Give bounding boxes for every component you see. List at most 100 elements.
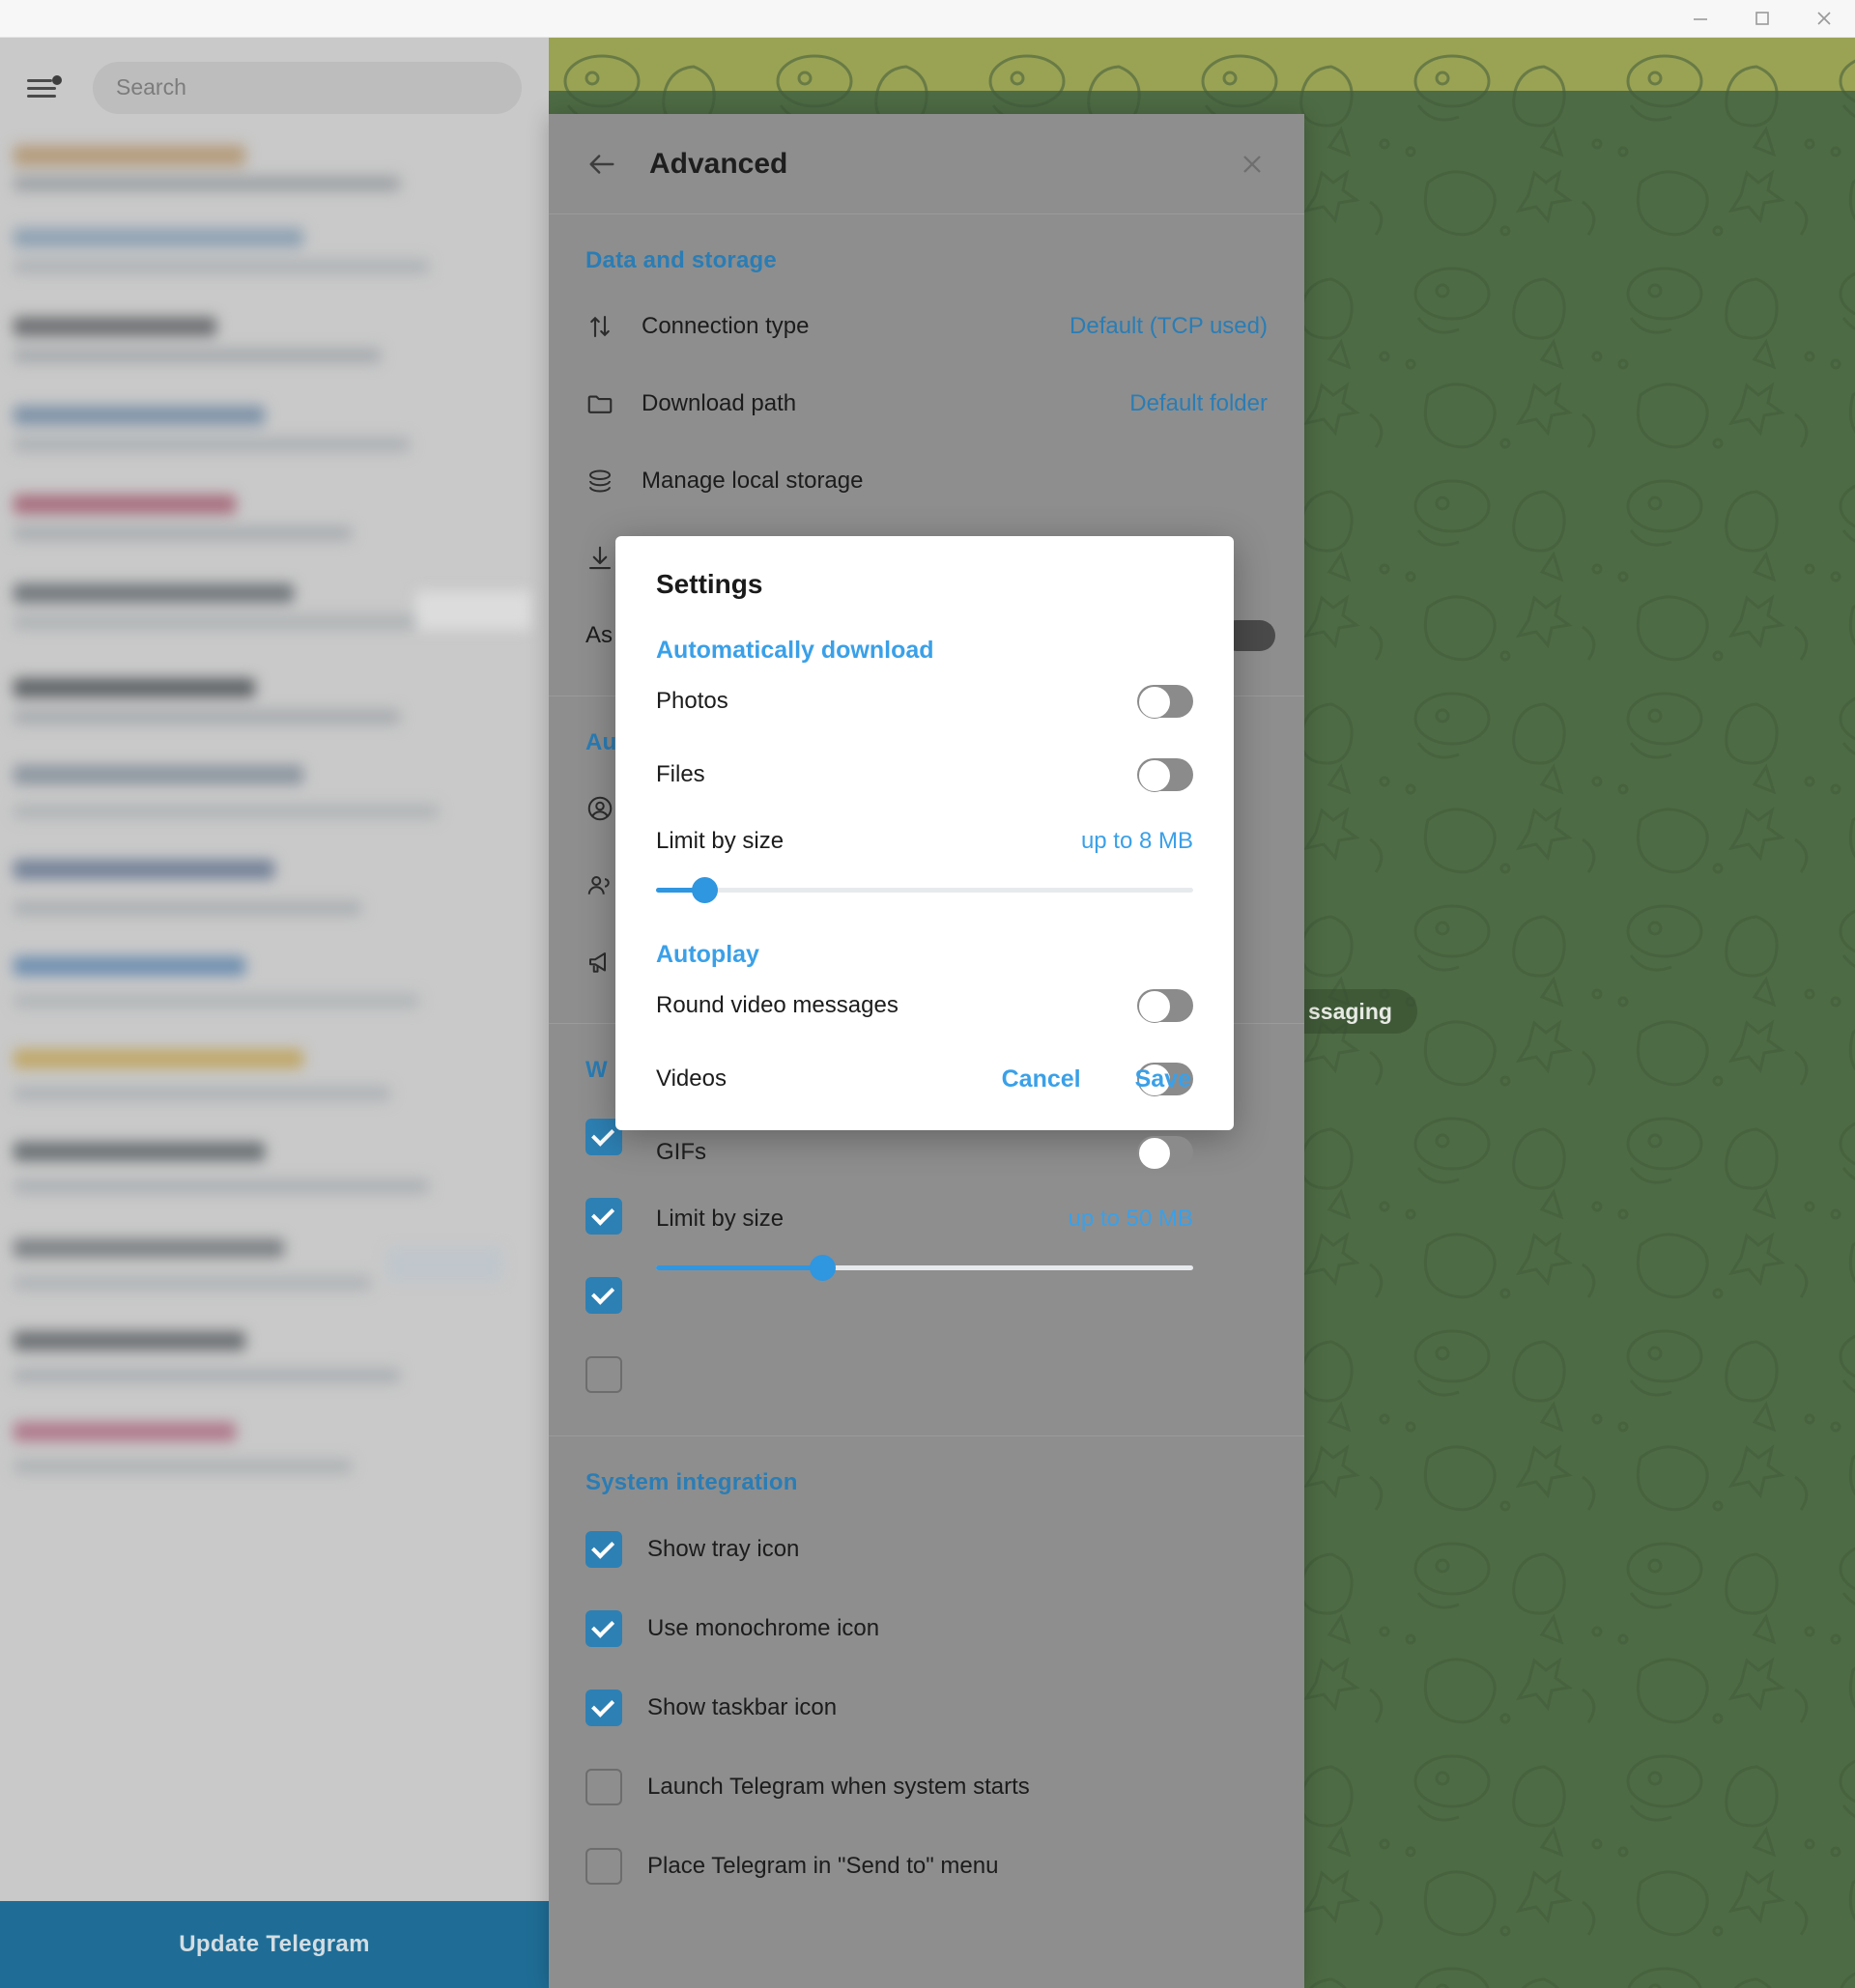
toggle-label: Videos: [656, 1065, 727, 1092]
list-item[interactable]: [14, 176, 400, 191]
dialog-actions: Cancel Save: [1000, 1058, 1193, 1101]
toggle-row-files[interactable]: Files: [656, 738, 1193, 811]
save-button[interactable]: Save: [1133, 1058, 1193, 1101]
connection-arrows-icon: [585, 312, 632, 341]
list-item[interactable]: [14, 1275, 371, 1291]
folder-icon: [585, 389, 632, 418]
checkbox[interactable]: [585, 1356, 622, 1393]
checkbox[interactable]: [585, 1198, 622, 1235]
row-download-path[interactable]: Download path Default folder: [549, 365, 1304, 442]
list-item[interactable]: [14, 1049, 303, 1068]
limit-row-autoplay: Limit by size up to 50 MB: [656, 1189, 1193, 1249]
checkbox[interactable]: [585, 1277, 622, 1314]
row-connection-type[interactable]: Connection type Default (TCP used): [549, 288, 1304, 365]
chat-pill-text: ssaging: [1308, 998, 1392, 1024]
list-item[interactable]: [14, 1179, 429, 1194]
row-manage-local-storage[interactable]: Manage local storage: [549, 442, 1304, 520]
toggle-row-gifs[interactable]: GIFs: [656, 1116, 1193, 1189]
toggle-label: Photos: [656, 688, 728, 714]
checkbox-label: Use monochrome icon: [647, 1615, 880, 1641]
checkbox-row-show-taskbar-icon[interactable]: Show taskbar icon: [549, 1668, 1304, 1747]
gifs-toggle[interactable]: [1137, 1136, 1193, 1170]
panel-header: Advanced: [549, 114, 1304, 214]
toggle-row-photos[interactable]: Photos: [656, 665, 1193, 738]
list-item[interactable]: [14, 259, 429, 274]
list-item[interactable]: [415, 591, 531, 630]
telegram-window: ssaging Search Update Telegram Advanced …: [0, 0, 1855, 1988]
hamburger-menu-icon[interactable]: [27, 73, 66, 102]
list-item[interactable]: [14, 495, 236, 514]
round-video-messages-toggle[interactable]: [1137, 989, 1193, 1023]
list-item[interactable]: [14, 804, 439, 819]
close-button[interactable]: [1793, 0, 1855, 37]
limit-label: Limit by size: [656, 828, 785, 854]
minimize-button[interactable]: [1670, 0, 1731, 37]
window-title-bar: [0, 0, 1855, 38]
list-item[interactable]: [14, 860, 274, 879]
checkbox-row-show-tray-icon[interactable]: Show tray icon: [549, 1510, 1304, 1589]
checkbox[interactable]: [585, 1610, 622, 1647]
list-item[interactable]: [14, 583, 294, 603]
list-item[interactable]: [14, 145, 245, 166]
slider-knob[interactable]: [692, 877, 719, 903]
search-placeholder-text: Search: [116, 74, 186, 99]
autoplay-limit-slider[interactable]: [656, 1253, 1193, 1282]
slider-fill: [656, 1265, 823, 1270]
list-item[interactable]: [14, 228, 303, 247]
files-toggle[interactable]: [1137, 758, 1193, 792]
limit-row-download: Limit by size up to 8 MB: [656, 811, 1193, 871]
checkbox[interactable]: [585, 1690, 622, 1726]
list-item[interactable]: [14, 993, 419, 1008]
close-icon[interactable]: [1237, 149, 1268, 180]
dialog-title: Settings: [656, 569, 763, 599]
storage-stack-icon: [585, 467, 632, 496]
limit-value: up to 50 MB: [1068, 1206, 1193, 1232]
download-limit-slider[interactable]: [656, 875, 1193, 904]
list-item[interactable]: [14, 765, 303, 784]
list-item[interactable]: [14, 1086, 390, 1101]
checkbox[interactable]: [585, 1769, 622, 1805]
arrow-left-icon[interactable]: [585, 148, 628, 181]
cancel-button[interactable]: Cancel: [1000, 1058, 1083, 1101]
row-value[interactable]: Default (TCP used): [1070, 313, 1268, 340]
list-item[interactable]: [14, 1331, 245, 1350]
row-label: As: [585, 622, 614, 648]
list-item[interactable]: [14, 1238, 284, 1258]
list-item[interactable]: [14, 900, 361, 916]
list-item[interactable]: [14, 678, 255, 697]
slider-knob[interactable]: [810, 1255, 837, 1281]
toggle-label: Files: [656, 761, 705, 787]
list-item[interactable]: [14, 525, 352, 541]
photos-toggle[interactable]: [1137, 685, 1193, 719]
chat-list-items[interactable]: [0, 137, 549, 1891]
checkbox-row-use-monochrome-icon[interactable]: Use monochrome icon: [549, 1589, 1304, 1668]
list-item[interactable]: [14, 1422, 236, 1441]
checkbox[interactable]: [585, 1531, 622, 1568]
checkbox-row[interactable]: [549, 1335, 1304, 1414]
limit-value: up to 8 MB: [1080, 828, 1193, 854]
menu-badge-dot: [52, 74, 62, 85]
page-title: Advanced: [649, 147, 788, 180]
dialog-section-automatically-download: Automatically download: [656, 637, 934, 664]
list-item[interactable]: [14, 614, 419, 630]
row-value[interactable]: Default folder: [1129, 390, 1268, 417]
checkbox-row-launch-on-start[interactable]: Launch Telegram when system starts: [549, 1747, 1304, 1827]
maximize-button[interactable]: [1731, 0, 1793, 37]
list-item[interactable]: [14, 709, 400, 724]
list-item[interactable]: [14, 406, 265, 425]
update-telegram-label: Update Telegram: [179, 1931, 370, 1957]
list-item[interactable]: [14, 437, 410, 452]
list-item[interactable]: [14, 1142, 265, 1161]
list-item[interactable]: [386, 1248, 502, 1281]
list-item[interactable]: [14, 1459, 352, 1474]
checkbox-row-send-to-menu[interactable]: Place Telegram in "Send to" menu: [549, 1827, 1304, 1906]
list-item[interactable]: [14, 1368, 400, 1383]
list-item[interactable]: [14, 348, 381, 363]
toggle-row-round-video-messages[interactable]: Round video messages: [656, 969, 1193, 1042]
search-input[interactable]: Search: [93, 61, 522, 114]
update-telegram-button[interactable]: Update Telegram: [0, 1901, 549, 1988]
list-item[interactable]: [14, 317, 216, 336]
checkbox[interactable]: [585, 1848, 622, 1885]
list-item[interactable]: [14, 956, 245, 976]
row-label: Connection type: [642, 313, 810, 339]
